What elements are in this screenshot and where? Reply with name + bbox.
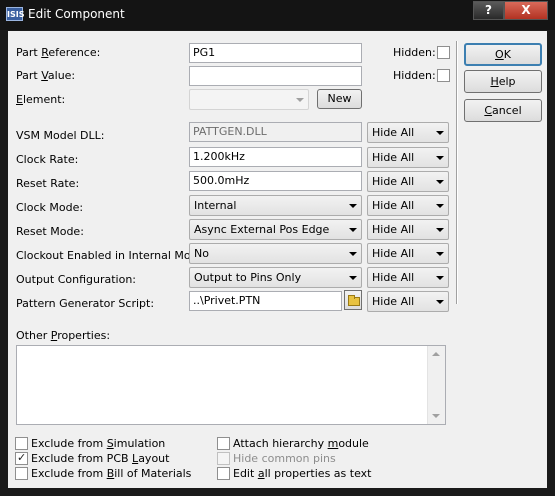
- clock-mode-label: Clock Mode:: [16, 201, 84, 214]
- exclude-simulation-label: Exclude from Simulation: [31, 437, 166, 450]
- part-value-input[interactable]: [189, 66, 362, 86]
- output-configuration-visibility-select[interactable]: Hide All: [367, 267, 449, 288]
- chevron-down-icon: [436, 204, 444, 208]
- scroll-down-icon[interactable]: [432, 414, 440, 418]
- clock-rate-input[interactable]: 1.200kHz: [189, 147, 362, 167]
- chevron-down-icon: [436, 276, 444, 280]
- attach-hierarchy-module-label: Attach hierarchy module: [233, 437, 369, 450]
- other-properties-textarea[interactable]: [16, 345, 446, 425]
- reset-rate-label: Reset Rate:: [16, 177, 80, 190]
- exclude-bill-of-materials-checkbox[interactable]: [15, 467, 28, 480]
- part-reference-label: Part Reference:: [16, 46, 101, 59]
- window-title: Edit Component: [28, 7, 125, 21]
- clockout-enabled-select[interactable]: No: [189, 243, 362, 264]
- reset-mode-label: Reset Mode:: [16, 225, 84, 238]
- element-label: Element:: [16, 93, 66, 106]
- vsm-model-dll-label: VSM Model DLL:: [16, 129, 105, 142]
- exclude-pcb-layout-checkbox[interactable]: [15, 451, 28, 465]
- vsm-model-dll-visibility-select[interactable]: Hide All: [367, 122, 449, 143]
- reset-mode-select[interactable]: Async External Pos Edge: [189, 219, 362, 240]
- chevron-down-icon: [296, 98, 304, 102]
- edit-all-properties-as-text-checkbox[interactable]: [217, 467, 230, 480]
- reset-mode-visibility-select[interactable]: Hide All: [367, 219, 449, 240]
- chevron-down-icon: [349, 252, 357, 256]
- exclude-simulation-checkbox[interactable]: [15, 437, 28, 450]
- scroll-up-icon[interactable]: [432, 352, 440, 356]
- other-properties-scrollbar[interactable]: [427, 346, 445, 424]
- pattern-generator-script-label: Pattern Generator Script:: [16, 297, 155, 310]
- edit-component-window: ISIS Edit Component ? X Part Reference: …: [0, 0, 555, 496]
- hidden-label-1: Hidden:: [393, 46, 436, 59]
- chevron-down-icon: [436, 252, 444, 256]
- part-reference-input[interactable]: PG1: [189, 43, 362, 63]
- chevron-down-icon: [349, 276, 357, 280]
- part-value-label: Part Value:: [16, 69, 76, 82]
- clockout-enabled-visibility-select[interactable]: Hide All: [367, 243, 449, 264]
- chevron-down-icon: [436, 156, 444, 160]
- title-bar: ISIS Edit Component ? X: [0, 0, 555, 30]
- help-title-button[interactable]: ?: [473, 1, 504, 20]
- attach-hierarchy-module-checkbox[interactable]: [217, 437, 230, 450]
- part-value-hidden-checkbox[interactable]: [437, 69, 450, 82]
- vsm-model-dll-field: PATTGEN.DLL: [189, 122, 362, 142]
- clock-mode-visibility-select[interactable]: Hide All: [367, 195, 449, 216]
- app-icon: ISIS: [6, 7, 24, 21]
- chevron-down-icon: [436, 131, 444, 135]
- clock-rate-label: Clock Rate:: [16, 153, 79, 166]
- vertical-divider: [456, 41, 458, 304]
- clock-rate-visibility-select[interactable]: Hide All: [367, 147, 449, 168]
- reset-rate-input[interactable]: 500.0mHz: [189, 171, 362, 191]
- new-element-button[interactable]: New: [317, 89, 362, 109]
- folder-open-icon[interactable]: [344, 290, 362, 310]
- part-reference-hidden-checkbox[interactable]: [437, 46, 450, 59]
- other-properties-label: Other Properties:: [16, 329, 111, 342]
- clockout-enabled-label: Clockout Enabled in Internal Mode:: [16, 249, 209, 262]
- output-configuration-label: Output Configuration:: [16, 273, 137, 286]
- pattern-generator-script-visibility-select[interactable]: Hide All: [367, 291, 449, 312]
- hide-common-pins-checkbox: [217, 452, 230, 465]
- chevron-down-icon: [436, 180, 444, 184]
- hidden-label-2: Hidden:: [393, 69, 436, 82]
- clock-mode-select[interactable]: Internal: [189, 195, 362, 216]
- exclude-pcb-layout-label: Exclude from PCB Layout: [31, 452, 170, 465]
- ok-button[interactable]: OK: [464, 43, 542, 66]
- chevron-down-icon: [349, 204, 357, 208]
- output-configuration-select[interactable]: Output to Pins Only: [189, 267, 362, 288]
- close-button[interactable]: X: [504, 1, 548, 20]
- edit-all-properties-as-text-label: Edit all properties as text: [233, 467, 372, 480]
- help-button[interactable]: Help: [464, 70, 542, 93]
- pattern-generator-script-input[interactable]: ..\Privet.PTN: [189, 291, 342, 311]
- hide-common-pins-label: Hide common pins: [233, 452, 336, 465]
- element-select: [189, 89, 309, 110]
- chevron-down-icon: [436, 300, 444, 304]
- cancel-button[interactable]: Cancel: [464, 99, 542, 122]
- chevron-down-icon: [349, 228, 357, 232]
- chevron-down-icon: [436, 228, 444, 232]
- dialog-client: Part Reference: PG1 Hidden: Part Value: …: [8, 31, 547, 488]
- exclude-bill-of-materials-label: Exclude from Bill of Materials: [31, 467, 192, 480]
- reset-rate-visibility-select[interactable]: Hide All: [367, 171, 449, 192]
